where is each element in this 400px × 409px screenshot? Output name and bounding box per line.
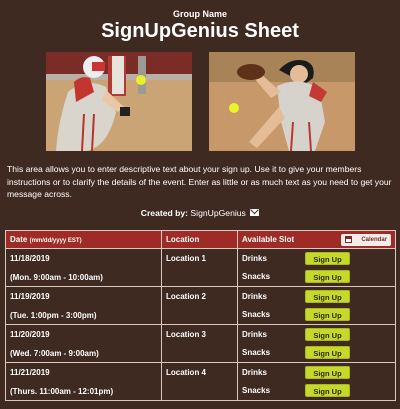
slot-cell: Drinks Sign Up Snacks Sign Up bbox=[237, 248, 396, 287]
date-cell: 11/18/2019 (Mon. 9:00am - 10:00am) bbox=[5, 248, 162, 287]
location-cell: Location 4 bbox=[161, 362, 238, 401]
date-text: 11/21/2019 bbox=[10, 368, 50, 377]
slot-name: Snacks bbox=[242, 310, 271, 319]
slot-cell: Drinks Sign Up Snacks Sign Up bbox=[237, 362, 396, 401]
table-row: 11/19/2019 (Tue. 1:00pm - 3:00pm) Locati… bbox=[5, 286, 396, 325]
table-row: 11/21/2019 (Thurs. 11:00am - 12:01pm) Lo… bbox=[5, 362, 396, 401]
time-text: (Thurs. 11:00am - 12:01pm) bbox=[10, 387, 114, 396]
location-text: Location 2 bbox=[166, 292, 207, 301]
sign-up-button[interactable]: Sign Up bbox=[305, 384, 350, 397]
location-column-header: Location bbox=[161, 230, 238, 249]
softball-pitcher-photo bbox=[209, 52, 355, 151]
sign-up-button[interactable]: Sign Up bbox=[305, 328, 350, 341]
created-by: Created by: SignUpGenius bbox=[0, 208, 400, 218]
table-row: 11/20/2019 (Wed. 7:00am - 9:00am) Locati… bbox=[5, 324, 396, 363]
sign-up-button[interactable]: Sign Up bbox=[305, 346, 350, 359]
slot-item: Snacks Sign Up bbox=[242, 346, 392, 360]
slot-item: Drinks Sign Up bbox=[242, 328, 392, 342]
softball-batter-photo bbox=[46, 52, 192, 151]
sign-up-button[interactable]: Sign Up bbox=[305, 308, 350, 321]
date-cell: 11/20/2019 (Wed. 7:00am - 9:00am) bbox=[5, 324, 162, 363]
table-header-row: Date (mm/dd/yyyy EST) Location Available… bbox=[5, 230, 396, 249]
created-by-label: Created by: bbox=[140, 208, 189, 218]
sheet-description: This area allows you to enter descriptiv… bbox=[7, 164, 392, 199]
date-cell: 11/19/2019 (Tue. 1:00pm - 3:00pm) bbox=[5, 286, 162, 325]
page-title: SignUpGenius Sheet bbox=[101, 20, 299, 42]
slot-item: Snacks Sign Up bbox=[242, 270, 392, 284]
sign-up-button[interactable]: Sign Up bbox=[305, 252, 350, 265]
date-text: 11/18/2019 bbox=[10, 254, 50, 263]
slot-item: Snacks Sign Up bbox=[242, 384, 392, 398]
slot-name: Drinks bbox=[242, 368, 267, 377]
slot-name: Snacks bbox=[242, 272, 271, 281]
sign-up-button[interactable]: Sign Up bbox=[305, 270, 350, 283]
time-text: (Wed. 7:00am - 9:00am) bbox=[10, 349, 99, 358]
location-text: Location 1 bbox=[166, 254, 207, 263]
slot-name: Drinks bbox=[242, 330, 267, 339]
table-row: 11/18/2019 (Mon. 9:00am - 10:00am) Locat… bbox=[5, 248, 396, 287]
location-cell: Location 3 bbox=[161, 324, 238, 363]
date-text: 11/19/2019 bbox=[10, 292, 50, 301]
slot-name: Drinks bbox=[242, 292, 267, 301]
location-text: Location 3 bbox=[166, 330, 207, 339]
location-cell: Location 1 bbox=[161, 248, 238, 287]
location-cell: Location 2 bbox=[161, 286, 238, 325]
slot-item: Drinks Sign Up bbox=[242, 366, 392, 380]
slot-name: Snacks bbox=[242, 386, 271, 395]
slot-header-label: Available Slot bbox=[242, 235, 295, 244]
date-cell: 11/21/2019 (Thurs. 11:00am - 12:01pm) bbox=[5, 362, 162, 401]
location-text: Location 4 bbox=[166, 368, 207, 377]
slot-cell: Drinks Sign Up Snacks Sign Up bbox=[237, 324, 396, 363]
calendar-button-label: Calendar bbox=[361, 237, 387, 243]
creator-name: SignUpGenius bbox=[190, 208, 246, 218]
slot-item: Drinks Sign Up bbox=[242, 290, 392, 304]
date-format-label: (mm/dd/yyyy EST) bbox=[29, 238, 82, 244]
date-text: 11/20/2019 bbox=[10, 330, 50, 339]
signup-table: Date (mm/dd/yyyy EST) Location Available… bbox=[5, 230, 396, 401]
calendar-icon bbox=[345, 236, 352, 243]
time-text: (Tue. 1:00pm - 3:00pm) bbox=[10, 311, 97, 320]
sign-up-button[interactable]: Sign Up bbox=[305, 290, 350, 303]
sign-up-button[interactable]: Sign Up bbox=[305, 366, 350, 379]
calendar-button[interactable]: Calendar bbox=[341, 234, 391, 246]
group-name: Group Name bbox=[172, 9, 227, 19]
time-text: (Mon. 9:00am - 10:00am) bbox=[10, 273, 103, 282]
date-column-header: Date (mm/dd/yyyy EST) bbox=[5, 230, 162, 249]
mail-icon[interactable] bbox=[250, 209, 260, 216]
date-header-label: Date bbox=[10, 235, 28, 244]
slot-column-header: Available Slot Calendar bbox=[237, 230, 396, 249]
slot-name: Drinks bbox=[242, 254, 267, 263]
slot-item: Snacks Sign Up bbox=[242, 308, 392, 322]
slot-item: Drinks Sign Up bbox=[242, 252, 392, 266]
slot-name: Snacks bbox=[242, 348, 271, 357]
slot-cell: Drinks Sign Up Snacks Sign Up bbox=[237, 286, 396, 325]
